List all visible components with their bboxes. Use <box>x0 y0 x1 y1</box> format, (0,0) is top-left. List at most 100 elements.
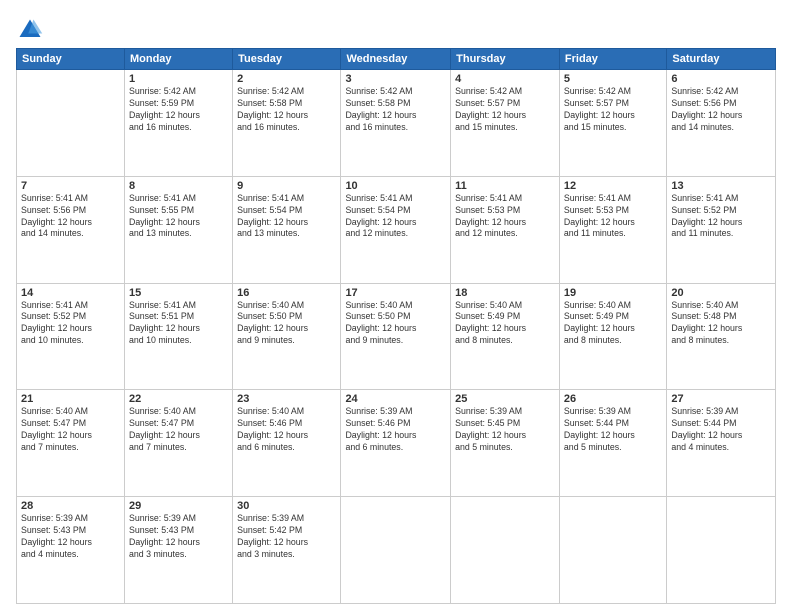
calendar-cell: 19Sunrise: 5:40 AM Sunset: 5:49 PM Dayli… <box>559 283 666 390</box>
logo-icon <box>16 16 44 44</box>
week-row-0: 1Sunrise: 5:42 AM Sunset: 5:59 PM Daylig… <box>17 70 776 177</box>
calendar-body: 1Sunrise: 5:42 AM Sunset: 5:59 PM Daylig… <box>17 70 776 604</box>
day-info: Sunrise: 5:42 AM Sunset: 5:56 PM Dayligh… <box>671 86 771 134</box>
week-row-2: 14Sunrise: 5:41 AM Sunset: 5:52 PM Dayli… <box>17 283 776 390</box>
day-number: 26 <box>564 393 662 405</box>
weekday-header-thursday: Thursday <box>451 49 560 70</box>
day-number: 9 <box>237 180 336 192</box>
calendar-cell: 13Sunrise: 5:41 AM Sunset: 5:52 PM Dayli… <box>667 176 776 283</box>
day-info: Sunrise: 5:41 AM Sunset: 5:52 PM Dayligh… <box>21 300 120 348</box>
day-info: Sunrise: 5:40 AM Sunset: 5:48 PM Dayligh… <box>671 300 771 348</box>
day-info: Sunrise: 5:42 AM Sunset: 5:58 PM Dayligh… <box>237 86 336 134</box>
weekday-header-friday: Friday <box>559 49 666 70</box>
day-number: 6 <box>671 73 771 85</box>
day-number: 25 <box>455 393 555 405</box>
calendar-cell <box>559 497 666 604</box>
day-number: 16 <box>237 287 336 299</box>
day-info: Sunrise: 5:41 AM Sunset: 5:55 PM Dayligh… <box>129 193 228 241</box>
calendar-cell: 10Sunrise: 5:41 AM Sunset: 5:54 PM Dayli… <box>341 176 451 283</box>
header <box>16 12 776 44</box>
week-row-1: 7Sunrise: 5:41 AM Sunset: 5:56 PM Daylig… <box>17 176 776 283</box>
day-info: Sunrise: 5:40 AM Sunset: 5:49 PM Dayligh… <box>564 300 662 348</box>
calendar-cell <box>451 497 560 604</box>
day-info: Sunrise: 5:41 AM Sunset: 5:51 PM Dayligh… <box>129 300 228 348</box>
day-number: 28 <box>21 500 120 512</box>
calendar-cell: 15Sunrise: 5:41 AM Sunset: 5:51 PM Dayli… <box>124 283 232 390</box>
day-number: 1 <box>129 73 228 85</box>
day-number: 24 <box>345 393 446 405</box>
day-number: 29 <box>129 500 228 512</box>
day-info: Sunrise: 5:39 AM Sunset: 5:43 PM Dayligh… <box>129 513 228 561</box>
calendar-header: SundayMondayTuesdayWednesdayThursdayFrid… <box>17 49 776 70</box>
day-info: Sunrise: 5:40 AM Sunset: 5:47 PM Dayligh… <box>21 406 120 454</box>
weekday-header-saturday: Saturday <box>667 49 776 70</box>
day-info: Sunrise: 5:41 AM Sunset: 5:54 PM Dayligh… <box>345 193 446 241</box>
day-number: 22 <box>129 393 228 405</box>
day-info: Sunrise: 5:40 AM Sunset: 5:47 PM Dayligh… <box>129 406 228 454</box>
calendar-cell: 3Sunrise: 5:42 AM Sunset: 5:58 PM Daylig… <box>341 70 451 177</box>
day-number: 12 <box>564 180 662 192</box>
calendar-cell: 4Sunrise: 5:42 AM Sunset: 5:57 PM Daylig… <box>451 70 560 177</box>
calendar-cell: 14Sunrise: 5:41 AM Sunset: 5:52 PM Dayli… <box>17 283 125 390</box>
day-info: Sunrise: 5:39 AM Sunset: 5:44 PM Dayligh… <box>564 406 662 454</box>
weekday-header-sunday: Sunday <box>17 49 125 70</box>
calendar-cell: 22Sunrise: 5:40 AM Sunset: 5:47 PM Dayli… <box>124 390 232 497</box>
day-info: Sunrise: 5:40 AM Sunset: 5:50 PM Dayligh… <box>345 300 446 348</box>
calendar-cell <box>341 497 451 604</box>
day-info: Sunrise: 5:39 AM Sunset: 5:45 PM Dayligh… <box>455 406 555 454</box>
day-number: 4 <box>455 73 555 85</box>
calendar-cell: 30Sunrise: 5:39 AM Sunset: 5:42 PM Dayli… <box>233 497 341 604</box>
calendar-cell: 17Sunrise: 5:40 AM Sunset: 5:50 PM Dayli… <box>341 283 451 390</box>
calendar-cell <box>17 70 125 177</box>
page: SundayMondayTuesdayWednesdayThursdayFrid… <box>0 0 792 612</box>
day-info: Sunrise: 5:40 AM Sunset: 5:49 PM Dayligh… <box>455 300 555 348</box>
day-number: 15 <box>129 287 228 299</box>
calendar-cell: 6Sunrise: 5:42 AM Sunset: 5:56 PM Daylig… <box>667 70 776 177</box>
calendar-cell: 18Sunrise: 5:40 AM Sunset: 5:49 PM Dayli… <box>451 283 560 390</box>
calendar-cell: 25Sunrise: 5:39 AM Sunset: 5:45 PM Dayli… <box>451 390 560 497</box>
calendar-cell: 27Sunrise: 5:39 AM Sunset: 5:44 PM Dayli… <box>667 390 776 497</box>
weekday-header-wednesday: Wednesday <box>341 49 451 70</box>
day-number: 10 <box>345 180 446 192</box>
day-info: Sunrise: 5:42 AM Sunset: 5:57 PM Dayligh… <box>455 86 555 134</box>
week-row-4: 28Sunrise: 5:39 AM Sunset: 5:43 PM Dayli… <box>17 497 776 604</box>
calendar-cell: 23Sunrise: 5:40 AM Sunset: 5:46 PM Dayli… <box>233 390 341 497</box>
calendar-cell: 26Sunrise: 5:39 AM Sunset: 5:44 PM Dayli… <box>559 390 666 497</box>
calendar-cell: 1Sunrise: 5:42 AM Sunset: 5:59 PM Daylig… <box>124 70 232 177</box>
calendar-cell: 9Sunrise: 5:41 AM Sunset: 5:54 PM Daylig… <box>233 176 341 283</box>
calendar-cell <box>667 497 776 604</box>
calendar-cell: 2Sunrise: 5:42 AM Sunset: 5:58 PM Daylig… <box>233 70 341 177</box>
day-info: Sunrise: 5:41 AM Sunset: 5:53 PM Dayligh… <box>564 193 662 241</box>
day-info: Sunrise: 5:42 AM Sunset: 5:57 PM Dayligh… <box>564 86 662 134</box>
calendar: SundayMondayTuesdayWednesdayThursdayFrid… <box>16 48 776 604</box>
calendar-cell: 16Sunrise: 5:40 AM Sunset: 5:50 PM Dayli… <box>233 283 341 390</box>
calendar-cell: 29Sunrise: 5:39 AM Sunset: 5:43 PM Dayli… <box>124 497 232 604</box>
calendar-cell: 21Sunrise: 5:40 AM Sunset: 5:47 PM Dayli… <box>17 390 125 497</box>
weekday-header-tuesday: Tuesday <box>233 49 341 70</box>
calendar-cell: 24Sunrise: 5:39 AM Sunset: 5:46 PM Dayli… <box>341 390 451 497</box>
day-number: 14 <box>21 287 120 299</box>
day-number: 19 <box>564 287 662 299</box>
day-number: 13 <box>671 180 771 192</box>
day-info: Sunrise: 5:42 AM Sunset: 5:58 PM Dayligh… <box>345 86 446 134</box>
day-number: 18 <box>455 287 555 299</box>
day-number: 27 <box>671 393 771 405</box>
day-info: Sunrise: 5:40 AM Sunset: 5:46 PM Dayligh… <box>237 406 336 454</box>
logo <box>16 16 48 44</box>
day-number: 30 <box>237 500 336 512</box>
day-number: 5 <box>564 73 662 85</box>
weekday-header-monday: Monday <box>124 49 232 70</box>
day-number: 2 <box>237 73 336 85</box>
day-number: 23 <box>237 393 336 405</box>
day-info: Sunrise: 5:40 AM Sunset: 5:50 PM Dayligh… <box>237 300 336 348</box>
day-info: Sunrise: 5:41 AM Sunset: 5:53 PM Dayligh… <box>455 193 555 241</box>
day-info: Sunrise: 5:39 AM Sunset: 5:42 PM Dayligh… <box>237 513 336 561</box>
day-info: Sunrise: 5:41 AM Sunset: 5:56 PM Dayligh… <box>21 193 120 241</box>
day-info: Sunrise: 5:42 AM Sunset: 5:59 PM Dayligh… <box>129 86 228 134</box>
weekday-row: SundayMondayTuesdayWednesdayThursdayFrid… <box>17 49 776 70</box>
day-number: 7 <box>21 180 120 192</box>
calendar-cell: 20Sunrise: 5:40 AM Sunset: 5:48 PM Dayli… <box>667 283 776 390</box>
day-info: Sunrise: 5:39 AM Sunset: 5:46 PM Dayligh… <box>345 406 446 454</box>
day-info: Sunrise: 5:39 AM Sunset: 5:43 PM Dayligh… <box>21 513 120 561</box>
calendar-cell: 12Sunrise: 5:41 AM Sunset: 5:53 PM Dayli… <box>559 176 666 283</box>
